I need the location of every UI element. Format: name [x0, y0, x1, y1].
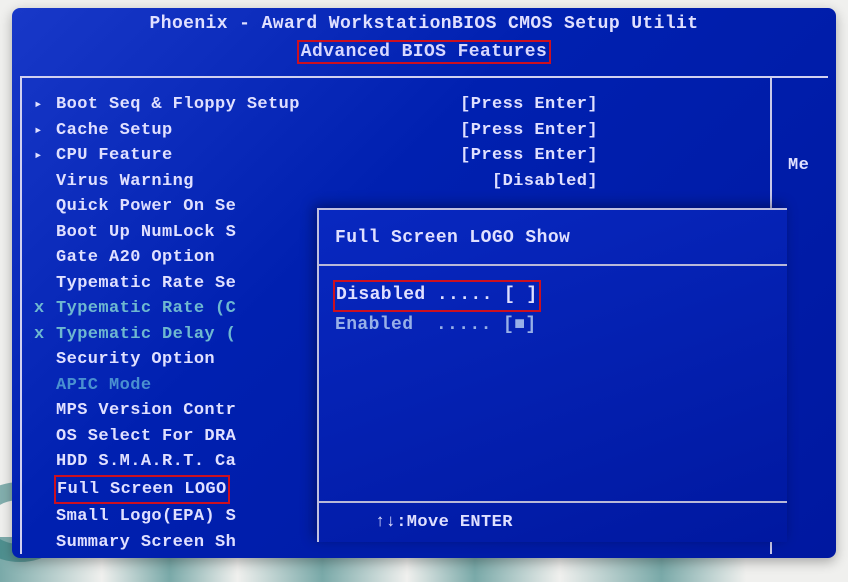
menu-item-label: APIC Mode — [56, 373, 151, 399]
indicator-blank — [34, 504, 56, 530]
menu-item-label: Typematic Rate (C — [56, 296, 236, 322]
indicator-blank — [34, 194, 56, 220]
x-marker-icon: x — [34, 322, 56, 348]
menu-item-label: Cache Setup — [56, 118, 173, 144]
menu-item-label: Full Screen LOGO — [56, 475, 230, 505]
highlight-box: Full Screen LOGO — [54, 475, 230, 505]
menu-item-label: OS Select For DRA — [56, 424, 236, 450]
popup-option[interactable]: Disabled ..... [ ] — [335, 280, 787, 312]
menu-item-label: Security Option — [56, 347, 215, 373]
bios-title: Phoenix - Award WorkstationBIOS CMOS Set… — [12, 8, 836, 38]
menu-item-label: Boot Up NumLock S — [56, 220, 236, 246]
bios-subtitle-row: Advanced BIOS Features — [12, 38, 836, 70]
menu-item-label: HDD S.M.A.R.T. Ca — [56, 449, 236, 475]
triangle-icon — [34, 143, 56, 169]
indicator-blank — [34, 449, 56, 475]
indicator-blank — [34, 169, 56, 195]
menu-item[interactable]: CPU Feature[Press Enter] — [34, 143, 828, 169]
menu-item-label: Boot Seq & Floppy Setup — [56, 92, 300, 118]
indicator-blank — [34, 398, 56, 424]
popup-footer: ↑↓:Move ENTER — [319, 501, 787, 542]
menu-item-label: Summary Screen Sh — [56, 530, 236, 556]
indicator-blank — [34, 475, 56, 505]
menu-item[interactable]: Boot Seq & Floppy Setup[Press Enter] — [34, 92, 828, 118]
menu-item-label: Gate A20 Option — [56, 245, 215, 271]
menu-item-label: Quick Power On Se — [56, 194, 236, 220]
popup-option[interactable]: Enabled ..... [■] — [335, 312, 787, 340]
popup-option-label: Enabled ..... [■] — [335, 315, 537, 335]
indicator-blank — [34, 373, 56, 399]
indicator-blank — [34, 220, 56, 246]
menu-item-label: MPS Version Contr — [56, 398, 236, 424]
triangle-icon — [34, 92, 56, 118]
menu-item[interactable]: Cache Setup[Press Enter] — [34, 118, 828, 144]
menu-item-label: Virus Warning — [56, 169, 194, 195]
bios-screen: Phoenix - Award WorkstationBIOS CMOS Set… — [12, 8, 836, 558]
subtitle-highlight: Advanced BIOS Features — [297, 40, 551, 64]
popup-title: Full Screen LOGO Show — [319, 210, 787, 266]
menu-item-label: Typematic Delay ( — [56, 322, 236, 348]
help-text: Me — [788, 156, 809, 175]
indicator-blank — [34, 271, 56, 297]
triangle-icon — [34, 118, 56, 144]
indicator-blank — [34, 245, 56, 271]
popup-option-list[interactable]: Disabled ..... [ ] Enabled ..... [■] — [319, 266, 787, 340]
indicator-blank — [34, 530, 56, 556]
highlight-box: Disabled ..... [ ] — [333, 280, 541, 312]
x-marker-icon: x — [34, 296, 56, 322]
menu-item[interactable]: Virus Warning[Disabled] — [34, 169, 828, 195]
menu-item-label: Typematic Rate Se — [56, 271, 236, 297]
menu-item-label: Small Logo(EPA) S — [56, 504, 236, 530]
menu-item-label: CPU Feature — [56, 143, 173, 169]
indicator-blank — [34, 424, 56, 450]
indicator-blank — [34, 347, 56, 373]
option-popup: Full Screen LOGO Show Disabled ..... [ ]… — [317, 208, 787, 542]
